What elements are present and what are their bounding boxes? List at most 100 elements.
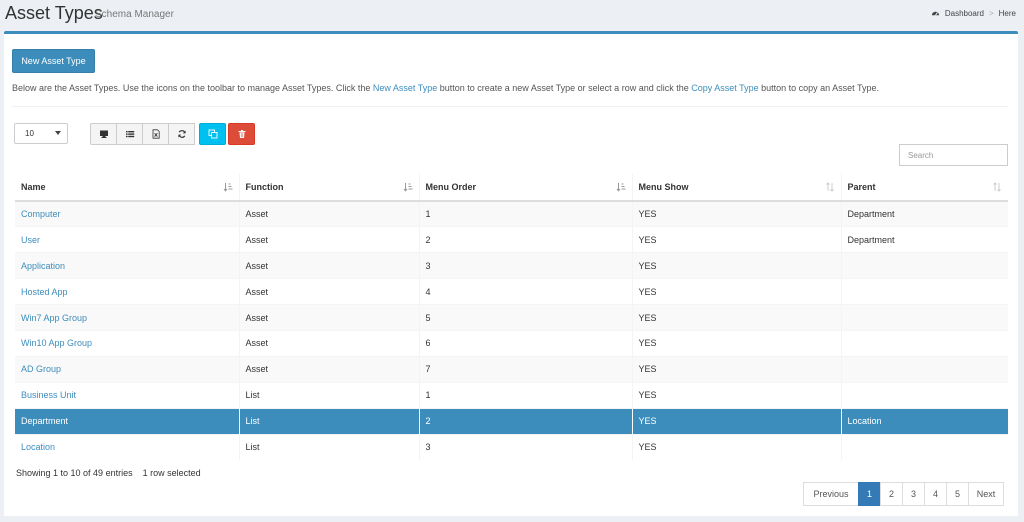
breadcrumb-separator: > [988, 9, 994, 18]
cell-name[interactable]: Location [15, 433, 240, 460]
table-info: Showing 1 to 10 of 49 entries 1 row selec… [16, 468, 201, 478]
trash-icon [238, 130, 245, 138]
delete-button[interactable] [228, 123, 255, 145]
selection-info: 1 row selected [142, 468, 201, 478]
table-row[interactable]: Computer Asset 1 YES Department [15, 200, 1008, 227]
column-label: Menu Show [638, 181, 689, 192]
refresh-button[interactable] [168, 123, 195, 145]
pagination-page[interactable]: 5 [946, 482, 969, 506]
cell-menu-show: YES [632, 355, 842, 383]
new-asset-type-button[interactable]: New Asset Type [12, 49, 95, 73]
table-row[interactable]: AD Group Asset 7 YES [15, 355, 1008, 383]
column-header-menu-show[interactable]: Menu Show [632, 173, 842, 202]
cell-menu-show: YES [632, 226, 842, 253]
cell-parent: Location [841, 407, 1008, 435]
page-subtitle: Schema Manager [95, 9, 174, 20]
pagination: Previous 1 2 3 4 5 Next [803, 482, 1004, 506]
pagination-previous[interactable]: Previous [803, 482, 859, 506]
cell-menu-show: YES [632, 200, 842, 227]
pagination-page[interactable]: 1 [858, 482, 881, 506]
divider [12, 106, 1008, 107]
entries-info: Showing 1 to 10 of 49 entries [16, 468, 133, 478]
columns-button[interactable] [116, 123, 143, 145]
cell-name[interactable]: Application [15, 252, 240, 279]
column-header-menu-order[interactable]: Menu Order [419, 173, 633, 202]
cell-parent [841, 304, 1008, 331]
sort-both-icon [993, 182, 1001, 192]
cell-menu-order: 2 [419, 407, 633, 435]
cell-name[interactable]: Win10 App Group [15, 329, 240, 357]
cell-name[interactable]: Hosted App [15, 278, 240, 305]
chevron-down-icon [55, 131, 61, 135]
breadcrumb-dashboard[interactable]: Dashboard [945, 9, 984, 18]
cell-menu-order: 1 [419, 200, 633, 227]
cell-name[interactable]: Computer [15, 200, 240, 227]
cell-name[interactable]: Business Unit [15, 381, 240, 409]
table-row[interactable]: Hosted App Asset 4 YES [15, 278, 1008, 305]
table-row[interactable]: Win7 App Group Asset 5 YES [15, 304, 1008, 331]
pagination-page[interactable]: 4 [924, 482, 947, 506]
cell-parent [841, 278, 1008, 305]
table-row[interactable]: Win10 App Group Asset 6 YES [15, 329, 1008, 357]
cell-parent: Department [841, 226, 1008, 253]
column-header-function[interactable]: Function [239, 173, 420, 202]
table-toolbar [90, 123, 255, 145]
excel-icon [152, 129, 160, 139]
search-input[interactable] [899, 144, 1008, 166]
cell-menu-order: 3 [419, 252, 633, 279]
cell-menu-show: YES [632, 304, 842, 331]
cell-name[interactable]: User [15, 226, 240, 253]
cell-menu-order: 6 [419, 329, 633, 357]
pagination-page[interactable]: 3 [902, 482, 925, 506]
column-label: Menu Order [425, 181, 477, 192]
cell-name[interactable]: Win7 App Group [15, 304, 240, 331]
content-box: New Asset Type Below are the Asset Types… [4, 31, 1018, 516]
cell-function: Asset [239, 304, 420, 331]
cell-menu-show: YES [632, 329, 842, 357]
pagination-page[interactable]: 2 [880, 482, 903, 506]
cell-menu-order: 7 [419, 355, 633, 383]
column-header-name[interactable]: Name [15, 173, 240, 202]
intro-part-2: button to create a new Asset Type or sel… [437, 83, 692, 93]
page-size-select[interactable]: 10 [14, 123, 68, 144]
cell-function: Asset [239, 355, 420, 383]
breadcrumb: Dashboard > Here [931, 9, 1016, 18]
pagination-next[interactable]: Next [968, 482, 1004, 506]
cell-function: Asset [239, 200, 420, 227]
column-header-parent[interactable]: Parent [841, 173, 1008, 202]
cell-name[interactable]: Department [15, 407, 240, 435]
cell-name[interactable]: AD Group [15, 355, 240, 383]
cell-menu-show: YES [632, 278, 842, 305]
cell-menu-show: YES [632, 433, 842, 460]
cell-menu-show: YES [632, 252, 842, 279]
view-button[interactable] [90, 123, 117, 145]
cell-parent [841, 329, 1008, 357]
page-size-value: 10 [25, 129, 34, 138]
cell-parent [841, 433, 1008, 460]
table-row[interactable]: Department List 2 YES Location [15, 407, 1008, 435]
copy-icon [208, 129, 217, 139]
export-excel-button[interactable] [142, 123, 169, 145]
cell-function: Asset [239, 252, 420, 279]
intro-part-1: Below are the Asset Types. Use the icons… [12, 83, 373, 93]
column-label: Name [21, 181, 46, 192]
refresh-icon [177, 130, 186, 138]
table-row[interactable]: User Asset 2 YES Department [15, 226, 1008, 253]
table-row[interactable]: Application Asset 3 YES [15, 252, 1008, 279]
sort-asc-icon [616, 183, 625, 192]
copy-asset-type-link[interactable]: Copy Asset Type [691, 83, 758, 93]
table-row[interactable]: Business Unit List 1 YES [15, 381, 1008, 409]
cell-function: Asset [239, 278, 420, 305]
sort-asc-icon [223, 183, 232, 192]
intro-part-3: button to copy an Asset Type. [758, 83, 880, 93]
cell-function: List [239, 433, 420, 460]
cell-menu-order: 4 [419, 278, 633, 305]
cell-menu-show: YES [632, 381, 842, 409]
cell-menu-order: 3 [419, 433, 633, 460]
cell-function: List [239, 407, 420, 435]
table-row[interactable]: Location List 3 YES [15, 433, 1008, 460]
intro-text: Below are the Asset Types. Use the icons… [12, 83, 879, 93]
breadcrumb-here: Here [998, 9, 1016, 18]
new-asset-type-link[interactable]: New Asset Type [373, 83, 437, 93]
copy-asset-type-button[interactable] [199, 123, 226, 145]
